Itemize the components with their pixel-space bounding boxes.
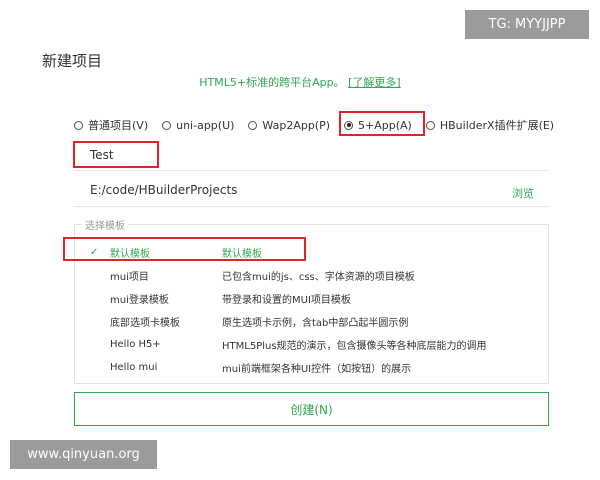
template-name: mui项目: [110, 271, 149, 283]
template-desc: 已包含mui的js、css、字体资源的项目模板: [222, 271, 415, 283]
create-button[interactable]: 创建(N): [74, 392, 549, 426]
template-row-mui[interactable]: mui项目 已包含mui的js、css、字体资源的项目模板: [90, 265, 415, 285]
dialog-subtitle: HTML5+标准的跨平台App。 [了解更多]: [0, 74, 600, 90]
template-row-mui-login[interactable]: mui登录模板 带登录和设置的MUI项目模板: [90, 288, 351, 308]
project-type-label: 普通项目(V): [88, 119, 149, 132]
template-name: Hello H5+: [110, 338, 161, 350]
radio-icon: [425, 120, 435, 130]
radio-icon: [74, 120, 83, 130]
subtitle-text: HTML5+标准的跨平台App。: [199, 76, 345, 89]
radio-icon: [162, 120, 172, 130]
template-desc: mui前端框架各种UI控件（如按钮）的展示: [222, 363, 412, 375]
template-name: 底部选项卡模板: [110, 317, 180, 329]
highlight-default-template: [63, 237, 306, 261]
project-type-label: Wap2App(P): [262, 118, 331, 132]
template-name: mui登录模板: [110, 294, 169, 306]
template-row-hello-h5plus[interactable]: Hello H5+ HTML5Plus规范的演示，包含摄像头等各种底层能力的调用: [90, 334, 487, 354]
project-type-wap2app[interactable]: Wap2App(P): [248, 119, 330, 132]
project-type-uni-app[interactable]: uni-app(U): [162, 119, 234, 132]
project-type-group: 普通项目(V) uni-app(U) Wap2App(P) 5+App(A) H…: [74, 116, 568, 134]
template-row-bottom-tab[interactable]: 底部选项卡模板 原生选项卡示例，含tab中部凸起半圆示例: [90, 311, 408, 331]
template-group-legend: 选择模板: [82, 217, 128, 232]
template-desc: 带登录和设置的MUI项目模板: [222, 294, 351, 306]
project-type-label: HBuilderX插件扩展(E): [439, 119, 555, 132]
project-type-label: uni-app(U): [176, 118, 235, 132]
radio-icon: [248, 120, 258, 130]
project-type-normal[interactable]: 普通项目(V): [74, 117, 148, 133]
learn-more-link[interactable]: [了解更多]: [348, 76, 401, 89]
project-type-hbuilderx-plugin[interactable]: HBuilderX插件扩展(E): [425, 117, 555, 133]
template-row-hello-mui[interactable]: Hello mui mui前端框架各种UI控件（如按钮）的展示: [90, 357, 411, 377]
template-desc: HTML5Plus规范的演示，包含摄像头等各种底层能力的调用: [222, 340, 487, 352]
project-location-input[interactable]: E:/code/HBuilderProjects: [90, 183, 237, 197]
template-name: Hello mui: [110, 361, 158, 373]
browse-button[interactable]: 浏览: [512, 185, 534, 201]
watermark-top-right: TG: MYYJJPP: [465, 10, 589, 39]
dialog-title: 新建项目: [42, 52, 103, 70]
highlight-5plus-app: [339, 111, 425, 136]
highlight-project-name: [73, 141, 159, 168]
watermark-bottom-left: www.qinyuan.org: [10, 440, 157, 469]
template-desc: 原生选项卡示例，含tab中部凸起半圆示例: [222, 317, 409, 329]
